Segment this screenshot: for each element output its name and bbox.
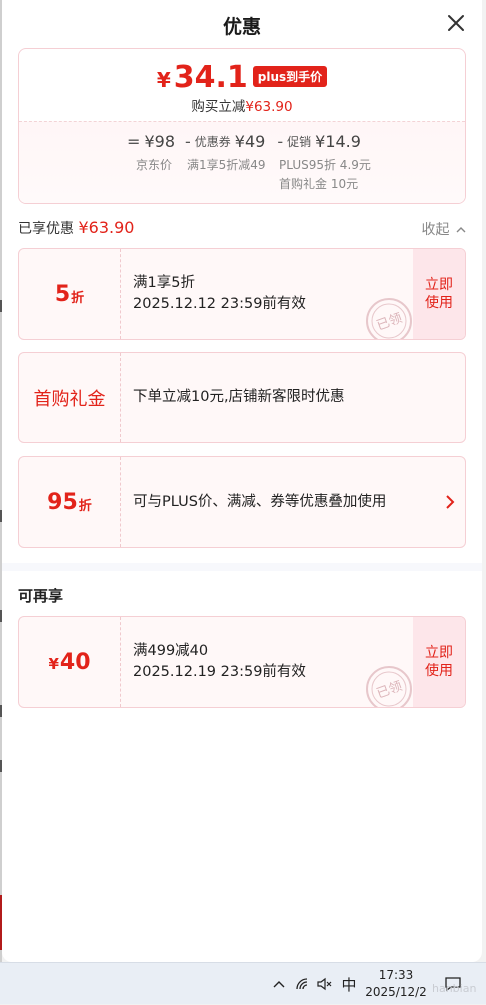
more-section-title: 可再享 [18,587,64,605]
currency-symbol: ¥ [156,68,171,92]
chevron-right-icon[interactable] [443,493,457,511]
svg-text:已领: 已领 [375,311,405,334]
clock-date: 2025/12/2 [365,985,427,999]
plus-95zhe-card[interactable]: 95 折 可与PLUS价、满减、券等优惠叠加使用 [18,456,466,548]
equals-sign: = [127,132,141,151]
discount-panel: 优惠 ¥ 34.1 plus到手价 购买立减¥63.90 = ¥98 - 优惠券… [2,0,482,962]
panel-header: 优惠 [2,0,482,46]
breakdown-equation: = ¥98 - 优惠券 ¥49 - 促销 ¥14.9 [19,132,465,151]
coupon-label: 优惠券 [194,135,231,149]
breakdown-labels: 京东价 满1享5折减49 PLUS95折 4.9元 首购礼金 10元 [19,151,465,191]
price-breakdown: = ¥98 - 优惠券 ¥49 - 促销 ¥14.9 京东价 满1享5折减49 … [19,121,465,203]
section-divider [2,563,482,571]
taskbar-clock[interactable]: 17:33 2025/12/2 [360,967,432,1001]
wifi-icon[interactable] [292,963,314,1005]
gift-info: 下单立减10元,店铺新客限时优惠 [133,353,345,442]
plus-discount-unit: 折 [78,498,92,514]
coupon-condition: 满499减40 [133,643,209,659]
coupon-info: 满1享5折 2025.12.12 23:59前有效 [133,249,306,339]
enjoyed-label: 已享优惠 [18,221,74,237]
price-summary: ¥ 34.1 plus到手价 购买立减¥63.90 = ¥98 - 优惠券 ¥4… [18,48,466,204]
gift-label-block: 首购礼金 [19,353,121,442]
gift-description: 下单立减10元,店铺新客限时优惠 [133,389,345,405]
svg-text:已领: 已领 [375,679,405,702]
coupon-value-block: 5折 [19,249,121,339]
jd-price-value: ¥98 [144,132,175,151]
instant-discount-label: 购买立减 [191,99,246,115]
coupon-amount: 5 [54,281,71,307]
plus-desc: PLUS95折 4.9元 [279,158,371,172]
minus-sign: - [277,132,284,151]
claimed-stamp-icon: 已领 [366,666,412,707]
instant-discount-value: ¥63.90 [245,99,293,115]
coupon-expiry: 2025.12.19 23:59前有效 [133,664,306,680]
first-purchase-gift-card: 首购礼金 下单立减10元,店铺新客限时优惠 [18,352,466,443]
clock-time: 17:33 [378,968,414,982]
collapse-label: 收起 [421,222,450,238]
coupon-desc: 满1享5折减49 [187,158,266,172]
coupon-value: ¥49 [234,132,266,151]
chevron-up-icon[interactable] [268,963,290,1005]
promo-label: 促销 [287,135,312,149]
coupon-info: 满499减40 2025.12.19 23:59前有效 [133,617,306,707]
final-price: 34.1 [173,60,248,95]
chevron-up-icon [456,227,466,233]
plus-price-tag: plus到手价 [252,66,328,87]
claimed-stamp-icon: 已领 [366,298,412,339]
gift-desc: 首购礼金 10元 [279,177,359,191]
windows-taskbar: 中 17:33 2025/12/2 [0,962,486,1004]
panel-title: 优惠 [222,16,261,38]
use-now-button[interactable]: 立即 使用 [413,617,465,707]
coupon-card-5zhe: 5折 满1享5折 2025.12.12 23:59前有效 已领 立即 使用 [18,248,466,340]
promo-value: ¥14.9 [315,132,361,151]
plus-discount-block: 95 折 [19,457,121,547]
collapse-toggle[interactable]: 收起 [422,219,466,239]
gift-title: 首购礼金 [33,388,106,410]
instant-discount: 购买立减¥63.90 [19,95,465,115]
minus-sign: - [185,132,191,151]
coupon-condition: 满1享5折 [133,275,195,291]
coupon-currency: ¥ [48,655,59,673]
plus-info: 可与PLUS价、满减、券等优惠叠加使用 [133,457,386,547]
coupon-unit: 折 [71,290,85,306]
watermark-text: hanbian [432,982,477,995]
final-price-block: ¥ 34.1 plus到手价 购买立减¥63.90 [19,49,465,121]
close-icon[interactable] [446,13,466,33]
use-now-button[interactable]: 立即 使用 [413,249,465,339]
plus-discount-amount: 95 [47,489,78,515]
jd-price-label: 京东价 [136,158,173,172]
enjoyed-discount-row: 已享优惠 ¥63.90 收起 [18,218,466,238]
coupon-value-block: ¥40 [19,617,121,707]
coupon-expiry: 2025.12.12 23:59前有效 [133,296,306,312]
enjoyed-value: ¥63.90 [78,218,135,237]
coupon-card-499-40: ¥40 满499减40 2025.12.19 23:59前有效 已领 立即 使用 [18,616,466,708]
ime-indicator[interactable]: 中 [338,963,360,1005]
volume-muted-icon[interactable] [315,963,335,1005]
coupon-amount: 40 [59,649,91,675]
plus-description: 可与PLUS价、满减、券等优惠叠加使用 [133,493,387,510]
